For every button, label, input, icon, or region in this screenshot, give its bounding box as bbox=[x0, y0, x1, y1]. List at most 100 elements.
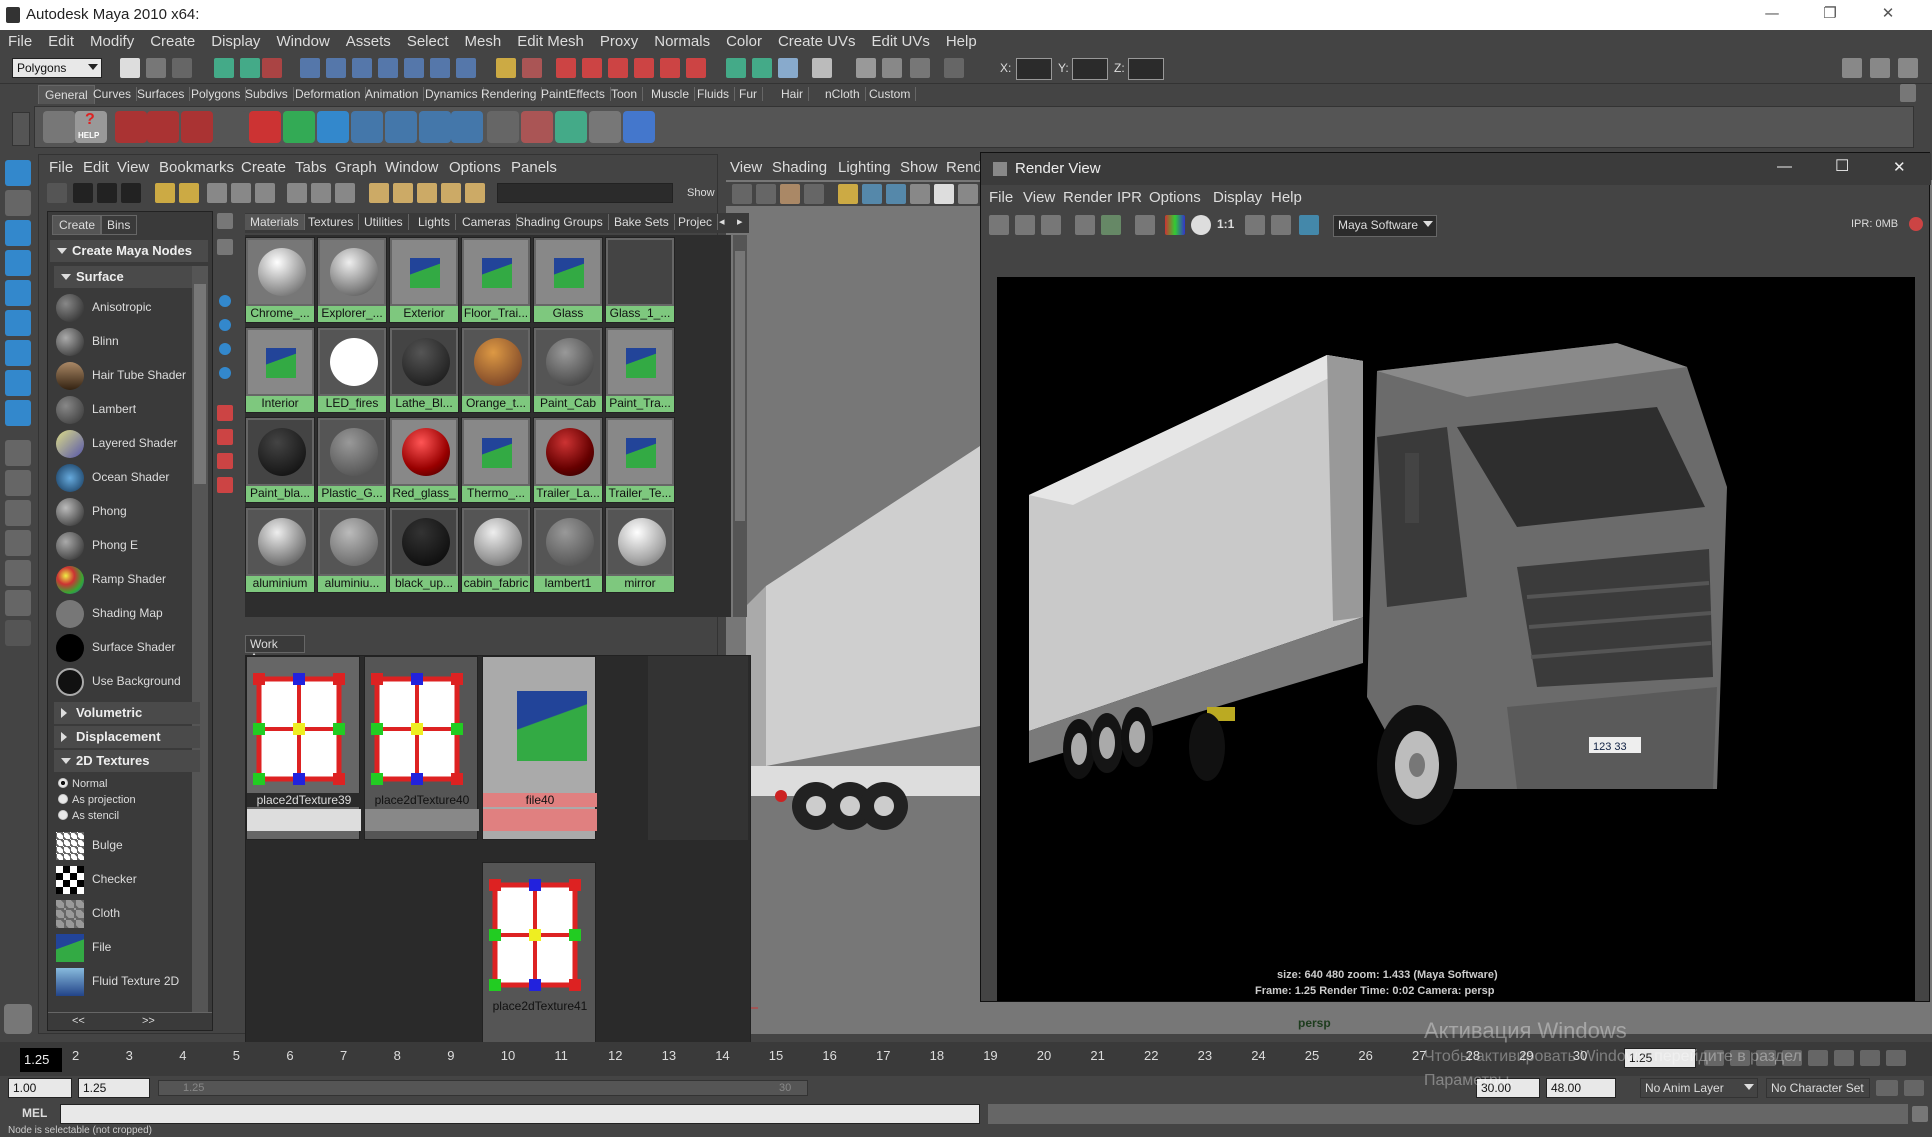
anim-layer-dropdown[interactable]: No Anim Layer bbox=[1640, 1078, 1758, 1098]
rv-menu-render[interactable]: Render bbox=[1063, 189, 1112, 206]
magnet-1-icon[interactable] bbox=[582, 58, 602, 78]
render-settings-icon[interactable] bbox=[882, 58, 902, 78]
shelf-skeleton-icon[interactable] bbox=[181, 111, 213, 143]
redo-render-icon[interactable] bbox=[989, 215, 1009, 235]
node-ramp-shader[interactable]: Ramp Shader bbox=[54, 564, 190, 596]
side-render4-icon[interactable] bbox=[217, 477, 233, 493]
menu-assets[interactable]: Assets bbox=[338, 30, 399, 54]
real-size-button[interactable]: 1:1 bbox=[1217, 217, 1234, 231]
remove-image-icon[interactable] bbox=[1271, 215, 1291, 235]
scale-tool-icon[interactable] bbox=[5, 310, 31, 336]
menu-mesh[interactable]: Mesh bbox=[457, 30, 510, 54]
render-close-button[interactable]: ✕ bbox=[1893, 158, 1906, 176]
hs-menu-bookmarks[interactable]: Bookmarks bbox=[159, 159, 234, 176]
side-render2-icon[interactable] bbox=[217, 429, 233, 445]
side-render3-icon[interactable] bbox=[217, 453, 233, 469]
tabs-scroll-left[interactable]: ◂ bbox=[719, 215, 725, 228]
work-node-place2d-39[interactable]: place2dTexture39 bbox=[246, 656, 361, 840]
hs-forward-icon[interactable] bbox=[179, 183, 199, 203]
menu-normals[interactable]: Normals bbox=[646, 30, 718, 54]
hs-menu-view[interactable]: View bbox=[117, 159, 149, 176]
hs-menu-tabs[interactable]: Tabs bbox=[295, 159, 327, 176]
node-bulge[interactable]: Bulge bbox=[54, 830, 190, 862]
layout-two-icon[interactable] bbox=[5, 500, 31, 526]
manipulator-tool-icon[interactable] bbox=[5, 340, 31, 366]
material-swatch[interactable]: mirror bbox=[605, 507, 675, 593]
hs-back-icon[interactable] bbox=[155, 183, 175, 203]
bookmark-icon[interactable] bbox=[780, 184, 800, 204]
shelf-joint-icon[interactable] bbox=[115, 111, 147, 143]
shelf-spline-icon[interactable] bbox=[215, 111, 247, 143]
tab-utilities[interactable]: Utilities bbox=[359, 214, 409, 230]
menu-create-uvs[interactable]: Create UVs bbox=[770, 30, 864, 54]
menu-select[interactable]: Select bbox=[399, 30, 457, 54]
material-swatch[interactable]: Exterior bbox=[389, 237, 459, 323]
select-tool-icon[interactable] bbox=[5, 160, 31, 186]
menu-color[interactable]: Color bbox=[718, 30, 770, 54]
material-swatch[interactable]: Glass bbox=[533, 237, 603, 323]
shelf-camera-icon[interactable] bbox=[43, 111, 75, 143]
create-panel-scrollbar[interactable] bbox=[192, 266, 208, 1012]
snap-grid-icon[interactable] bbox=[300, 58, 320, 78]
hs-output-icon[interactable] bbox=[335, 183, 355, 203]
layout-single-icon[interactable] bbox=[5, 440, 31, 466]
shelf-ik-icon[interactable] bbox=[147, 111, 179, 143]
shelf-tab-custom[interactable]: Custom bbox=[864, 87, 917, 101]
node-phong-e[interactable]: Phong E bbox=[54, 530, 190, 562]
node-phong[interactable]: Phong bbox=[54, 496, 190, 528]
current-frame-marker[interactable]: 1.25 bbox=[20, 1048, 62, 1072]
viewport-menu-shading[interactable]: Shading bbox=[772, 159, 827, 176]
hs-menu-options[interactable]: Options bbox=[449, 159, 501, 176]
tab-cameras[interactable]: Cameras bbox=[457, 214, 517, 230]
material-swatch[interactable]: Glass_1_... bbox=[605, 237, 675, 323]
material-swatch[interactable]: Chrome_... bbox=[245, 237, 315, 323]
create-maya-nodes-header[interactable]: Create Maya Nodes bbox=[50, 240, 208, 262]
show-manip-icon[interactable] bbox=[5, 400, 31, 426]
grid-icon[interactable] bbox=[838, 184, 858, 204]
material-swatch[interactable]: Thermo_... bbox=[461, 417, 531, 503]
rv-menu-help[interactable]: Help bbox=[1271, 189, 1302, 206]
input-output-icon[interactable] bbox=[726, 58, 746, 78]
material-swatch[interactable]: Interior bbox=[245, 327, 315, 413]
hs-menu-graph[interactable]: Graph bbox=[335, 159, 377, 176]
layout-four-icon[interactable] bbox=[5, 470, 31, 496]
hs-toggle-icon[interactable] bbox=[47, 183, 67, 203]
viewport-menu-lighting[interactable]: Lighting bbox=[838, 159, 891, 176]
go-to-end-icon[interactable] bbox=[1886, 1050, 1906, 1066]
x-field[interactable] bbox=[1016, 58, 1052, 80]
shelf-tab-rendering[interactable]: Rendering bbox=[476, 87, 543, 101]
rv-menu-ipr[interactable]: IPR bbox=[1117, 189, 1142, 206]
shelf-tab-toon[interactable]: Toon bbox=[606, 87, 644, 101]
renderer-dropdown[interactable]: Maya Software bbox=[1333, 215, 1437, 237]
side-ball4-icon[interactable] bbox=[219, 367, 231, 379]
select-hierarchy-icon[interactable] bbox=[214, 58, 234, 78]
shelf-tab-general[interactable]: General bbox=[38, 85, 95, 104]
rotate-tool-icon[interactable] bbox=[5, 280, 31, 306]
material-swatch[interactable]: Orange_t... bbox=[461, 327, 531, 413]
material-swatch[interactable]: Lathe_Bl... bbox=[389, 327, 459, 413]
menu-edit-uvs[interactable]: Edit UVs bbox=[863, 30, 937, 54]
node-blinn[interactable]: Blinn bbox=[54, 326, 190, 358]
side-ball1-icon[interactable] bbox=[219, 295, 231, 307]
soft-mod-icon[interactable] bbox=[5, 370, 31, 396]
render-image[interactable]: 123 33 bbox=[997, 277, 1915, 965]
step-forward-key-icon[interactable] bbox=[1860, 1050, 1880, 1066]
hs-nav-arrows[interactable]: << >> bbox=[48, 1012, 212, 1030]
shelf-tab-subdivs[interactable]: Subdivs bbox=[240, 87, 294, 101]
displacement-header[interactable]: Displacement bbox=[54, 726, 200, 748]
hs-swatch-icon[interactable] bbox=[369, 183, 389, 203]
auto-key-icon[interactable] bbox=[1876, 1080, 1898, 1096]
material-swatch[interactable]: Plastic_G... bbox=[317, 417, 387, 503]
render-maximize-button[interactable]: ☐ bbox=[1835, 156, 1849, 176]
make-live-icon[interactable] bbox=[404, 58, 424, 78]
side-ball3-icon[interactable] bbox=[219, 343, 231, 355]
select-component-icon[interactable] bbox=[262, 58, 282, 78]
material-swatch[interactable]: Explorer_... bbox=[317, 237, 387, 323]
menu-edit-mesh[interactable]: Edit Mesh bbox=[509, 30, 592, 54]
history-icon[interactable] bbox=[430, 58, 450, 78]
hs-search-field[interactable] bbox=[497, 183, 673, 203]
work-node-place2d-41[interactable]: place2dTexture41 bbox=[482, 862, 596, 1046]
magnet-5-icon[interactable] bbox=[686, 58, 706, 78]
construction-history-icon[interactable] bbox=[556, 58, 576, 78]
hs-clear-icon[interactable] bbox=[207, 183, 227, 203]
